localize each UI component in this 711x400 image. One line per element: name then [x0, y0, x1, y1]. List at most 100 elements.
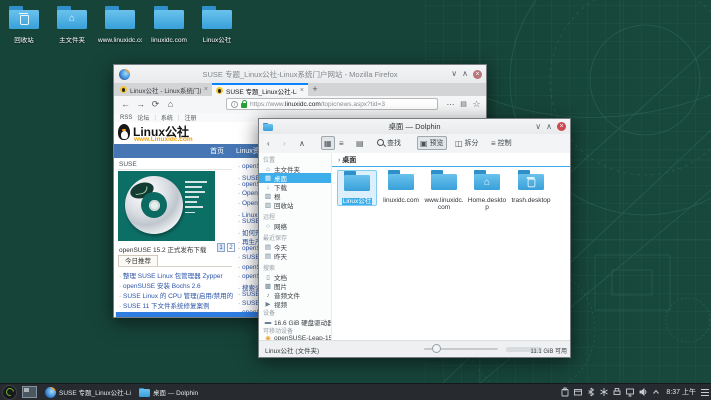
- article-link[interactable]: openSUS: [238, 181, 260, 190]
- maximize-icon[interactable]: ∧: [546, 123, 552, 131]
- forward-icon[interactable]: →: [134, 98, 147, 111]
- notifications-icon[interactable]: [573, 387, 583, 397]
- opensuse-dvd-disc-image: [125, 176, 183, 234]
- find-button[interactable]: 查找: [377, 136, 401, 150]
- linux-penguin-logo-icon: [118, 124, 130, 140]
- minimize-icon[interactable]: ∨: [535, 123, 541, 131]
- file-item-trash-desktop[interactable]: trash.desktop: [511, 170, 551, 204]
- url-bar[interactable]: i https://www.linuxidc.com/topicnews.asp…: [226, 98, 438, 110]
- article-link[interactable]: SUSE Linux 的 CPU 管理(启用/禁用的方法): [119, 290, 233, 300]
- taskbar-panel: SUSE 专题_Linux公社-Linux系统门... 桌面 — Dolphin…: [0, 383, 711, 400]
- file-item-linux-gongshe[interactable]: Linux公社: [337, 170, 377, 206]
- new-tab-button[interactable]: +: [308, 83, 322, 96]
- places-item-trash[interactable]: ▥回收站: [259, 200, 331, 210]
- selection-info: Linux公社 (文件夹): [265, 345, 319, 355]
- panel-settings-icon[interactable]: [701, 388, 709, 396]
- application-launcher-icon[interactable]: [2, 385, 17, 400]
- places-item-yesterday[interactable]: ▤昨天: [259, 251, 331, 261]
- details-view-icon[interactable]: ▤: [356, 136, 364, 150]
- bookmark-item[interactable]: 系统: [161, 113, 173, 122]
- https-lock-icon[interactable]: [241, 103, 247, 108]
- dolphin-titlebar[interactable]: 桌面 — Dolphin ∨ ∧ ×: [259, 119, 570, 135]
- article-link[interactable]: SUSE Lin: [238, 218, 260, 227]
- article-link[interactable]: 再生产环: [238, 236, 260, 245]
- bluetooth-icon[interactable]: [586, 387, 596, 397]
- article-link[interactable]: SUSE Lin: [238, 300, 260, 309]
- volume-icon[interactable]: [638, 387, 648, 397]
- tab-linux-gongshe[interactable]: Linux公社 - Linux系统门户网 ×: [116, 83, 212, 96]
- clipboard-icon[interactable]: [560, 387, 570, 397]
- printer-icon[interactable]: [612, 387, 622, 397]
- bookmark-star-icon[interactable]: ☆: [470, 98, 483, 111]
- close-icon[interactable]: ×: [473, 70, 482, 79]
- article-link[interactable]: openSUS: [238, 163, 260, 172]
- minimize-icon[interactable]: ∨: [451, 70, 457, 78]
- desktop-icon-linux-gongshe[interactable]: Linux公社: [195, 6, 239, 44]
- home-icon[interactable]: ⌂: [164, 98, 177, 111]
- article-link[interactable]: 搜索公司: [238, 282, 260, 291]
- zoom-slider-knob[interactable]: [432, 344, 441, 353]
- back-icon[interactable]: ‹: [267, 136, 270, 150]
- desktop-icon-linuxidc[interactable]: linuxidc.com: [147, 6, 191, 44]
- back-icon[interactable]: ←: [119, 98, 132, 111]
- clock[interactable]: 8:37 上午: [666, 387, 696, 397]
- expand-tray-arrow-icon[interactable]: [651, 387, 661, 397]
- preview-toggle[interactable]: ▣预览: [417, 136, 447, 150]
- file-item-linuxidc[interactable]: linuxidc.com: [381, 170, 421, 204]
- virtual-desktop-pager[interactable]: [22, 386, 37, 398]
- article-link[interactable]: openSUS: [238, 245, 260, 254]
- tab-close-icon[interactable]: ×: [300, 87, 304, 94]
- bookmark-item[interactable]: 论坛: [137, 113, 149, 122]
- article-link[interactable]: openSUS: [238, 264, 260, 273]
- article-link[interactable]: openSUS: [238, 273, 260, 282]
- split-button[interactable]: ◫拆分: [455, 136, 479, 150]
- dolphin-main-area: 位置 ⌂主文件夹 ▦桌面 ↓下载 ▨根 ▥回收站 远程 ○网络 最近保存 ▤今天…: [259, 153, 570, 341]
- zoom-slider[interactable]: [424, 348, 498, 350]
- file-item-www-linuxidc[interactable]: www.linuxidc.com: [424, 170, 464, 211]
- icons-view-icon[interactable]: ▦: [321, 136, 335, 150]
- display-settings-icon[interactable]: [625, 387, 635, 397]
- close-icon[interactable]: ×: [557, 122, 566, 131]
- page-actions-icon[interactable]: ⋯: [444, 98, 457, 111]
- control-menu-button[interactable]: ≡控制: [491, 136, 512, 150]
- task-firefox[interactable]: SUSE 专题_Linux公社-Linux系统门...: [45, 387, 131, 398]
- task-dolphin[interactable]: 桌面 — Dolphin: [139, 387, 198, 397]
- reload-icon[interactable]: ⟳: [149, 98, 162, 111]
- site-nav-item[interactable]: 首页: [210, 146, 224, 156]
- desktop-icon-home[interactable]: ⌂ 主文件夹: [50, 6, 94, 44]
- opensuse-dvd-banner[interactable]: [118, 171, 215, 241]
- trash-emblem-icon: [20, 15, 29, 25]
- places-section-header: 最近保存: [263, 233, 287, 242]
- article-link[interactable]: OpenSUS: [238, 200, 260, 209]
- maximize-icon[interactable]: ∧: [462, 70, 468, 78]
- article-link[interactable]: Linux 操: [238, 209, 260, 218]
- tab-close-icon[interactable]: ×: [204, 86, 208, 93]
- places-item-network[interactable]: ○网络: [259, 221, 331, 231]
- site-logo-url: www.Linuxidc.com: [134, 136, 193, 143]
- article-link[interactable]: SUSE Lin: [238, 291, 260, 300]
- kdeconnect-icon[interactable]: [599, 387, 609, 397]
- bookmark-item[interactable]: RSS: [120, 115, 132, 121]
- library-icon[interactable]: ▤: [457, 98, 470, 111]
- article-link[interactable]: 整理 SUSE Linux 包管理器 Zypper: [119, 270, 233, 280]
- pagination-page-2[interactable]: 2: [227, 243, 235, 252]
- tab-suse-topic[interactable]: SUSE 专题_Linux公社-Linu ×: [212, 83, 308, 96]
- article-link[interactable]: SUSE 11 下文件系统修复案例: [119, 300, 233, 310]
- file-item-home-desktop[interactable]: ⌂ Home.desktop: [467, 170, 507, 211]
- desktop-icon-www-linuxidc[interactable]: www.linuxidc.com: [98, 6, 142, 44]
- desktop-icon-trash[interactable]: 回收站: [2, 6, 46, 44]
- article-link[interactable]: OpenSUS: [238, 190, 260, 199]
- firefox-titlebar[interactable]: SUSE 专题_Linux公社-Linux系统门户网站 - Mozilla Fi…: [114, 65, 486, 84]
- pagination-page-1[interactable]: 1: [217, 243, 225, 252]
- article-link[interactable]: SUSE 发布: [238, 172, 260, 181]
- up-icon[interactable]: ∧: [299, 136, 305, 150]
- dvd-caption-link[interactable]: openSUSE 15.2 正式发布下载: [119, 244, 206, 254]
- bookmark-item[interactable]: 注册: [185, 113, 197, 122]
- article-link[interactable]: openSUSE 安装 Bochs 2.6: [119, 280, 233, 290]
- breadcrumb[interactable]: › 桌面: [338, 155, 356, 165]
- compact-view-icon[interactable]: ≡: [339, 136, 344, 150]
- site-info-icon[interactable]: i: [231, 101, 238, 108]
- forward-icon[interactable]: ›: [283, 136, 286, 150]
- article-link[interactable]: SUSE Lin: [238, 254, 260, 263]
- article-link[interactable]: 如何升级: [238, 227, 260, 236]
